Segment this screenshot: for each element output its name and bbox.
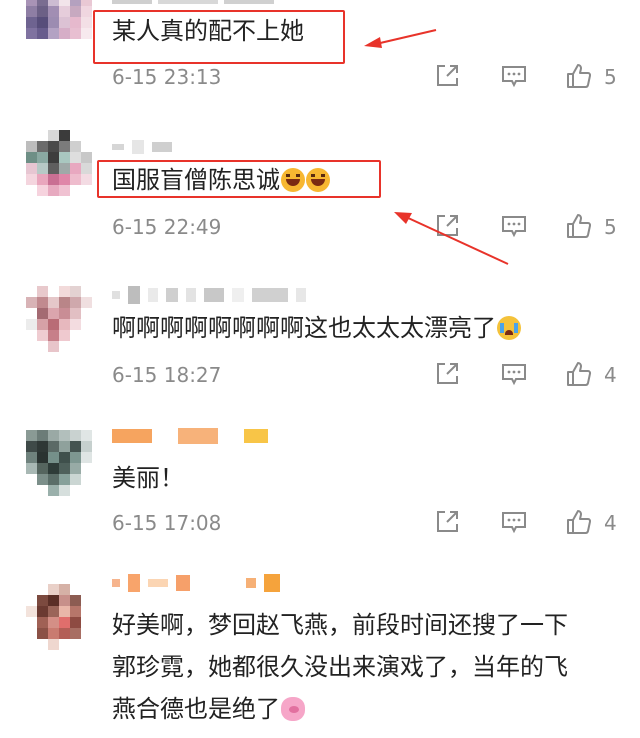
share-icon <box>437 65 458 86</box>
comment-text-body: 燕合德也是绝了 <box>112 695 280 723</box>
thumbs-up-icon <box>567 214 592 238</box>
reply-icon <box>502 512 526 534</box>
comment-text: 美丽！ <box>112 464 184 492</box>
comment-time: 6-15 17:08 <box>112 511 222 535</box>
avatar[interactable] <box>26 0 92 50</box>
reply-button[interactable] <box>501 63 531 93</box>
share-icon <box>437 511 458 532</box>
like-button[interactable] <box>566 63 596 93</box>
thumbs-up-icon <box>567 362 592 386</box>
share-button[interactable] <box>434 509 464 539</box>
thumbs-up-icon <box>567 510 592 534</box>
reply-icon <box>502 66 526 88</box>
highlight-box <box>97 160 381 198</box>
annotation-arrow <box>364 29 437 48</box>
comment-item: 好美啊，梦回赵飞燕，前段时间还搜了一下 郭珍霓，她都很久没出来演戏了，当年的飞 … <box>0 570 640 738</box>
annotation-arrow <box>394 212 509 265</box>
like-count: 5 <box>604 215 617 239</box>
pig-emoji <box>281 697 305 721</box>
like-count: 4 <box>604 511 617 535</box>
share-button[interactable] <box>434 361 464 391</box>
like-button[interactable] <box>566 361 596 391</box>
share-button[interactable] <box>434 63 464 93</box>
username-masked[interactable] <box>112 572 280 594</box>
comment-time: 6-15 23:13 <box>112 65 222 89</box>
comment-text-line: 好美啊，梦回赵飞燕，前段时间还搜了一下 <box>112 611 568 639</box>
like-count: 4 <box>604 363 617 387</box>
cry-emoji <box>497 316 521 340</box>
comment-time: 6-15 18:27 <box>112 363 222 387</box>
avatar[interactable] <box>26 286 92 352</box>
username-masked[interactable] <box>112 284 306 306</box>
comment-time: 6-15 22:49 <box>112 215 222 239</box>
like-count: 5 <box>604 65 617 89</box>
share-icon <box>437 363 458 384</box>
reply-icon <box>502 364 526 386</box>
thumbs-up-icon <box>567 64 592 88</box>
username-masked[interactable] <box>112 136 172 158</box>
comment-text-line: 燕合德也是绝了 <box>112 688 305 730</box>
avatar[interactable] <box>26 430 92 496</box>
like-button[interactable] <box>566 213 596 243</box>
comment-item: 国服盲僧陈思诚 6-15 22:49 5 <box>0 130 640 270</box>
comment-text-body: 啊啊啊啊啊啊啊啊这也太太太漂亮了 <box>112 314 496 342</box>
avatar[interactable] <box>26 584 92 650</box>
avatar[interactable] <box>26 130 92 196</box>
comment-item: 美丽！ 6-15 17:08 4 <box>0 425 640 555</box>
comment-item: 啊啊啊啊啊啊啊啊这也太太太漂亮了 6-15 18:27 4 <box>0 284 640 409</box>
like-button[interactable] <box>566 509 596 539</box>
reply-button[interactable] <box>501 361 531 391</box>
username-masked[interactable] <box>112 425 268 447</box>
comment-text: 啊啊啊啊啊啊啊啊这也太太太漂亮了 <box>112 307 521 349</box>
highlight-box <box>93 10 345 64</box>
comment-text-line: 郭珍霓，她都很久没出来演戏了，当年的飞 <box>112 653 568 681</box>
reply-button[interactable] <box>501 509 531 539</box>
